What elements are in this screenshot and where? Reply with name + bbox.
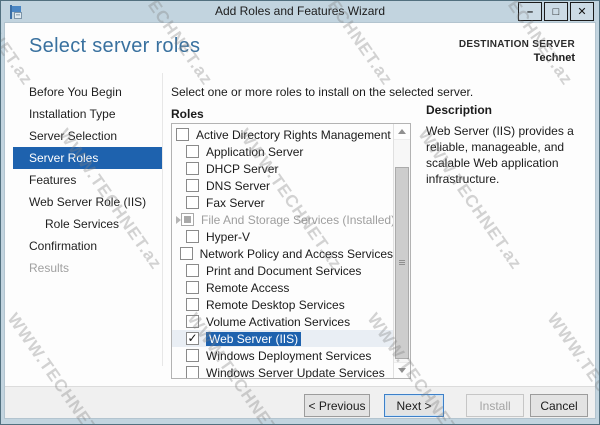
- role-row-hyper-v[interactable]: Hyper-V: [172, 228, 393, 245]
- previous-button[interactable]: < Previous: [304, 394, 370, 417]
- role-label: Remote Desktop Services: [206, 297, 345, 312]
- checkbox-unchecked-icon[interactable]: [186, 162, 199, 175]
- checkbox-unchecked-icon[interactable]: [186, 366, 199, 378]
- destination-server-label: DESTINATION SERVER: [458, 39, 575, 50]
- role-row-adrms[interactable]: Active Directory Rights Management Servi…: [172, 126, 410, 143]
- role-label: Volume Activation Services: [206, 314, 351, 329]
- role-label: Active Directory Rights Management Servi…: [196, 127, 410, 142]
- description-text: Web Server (IIS) provides a reliable, ma…: [426, 124, 574, 186]
- role-row-fax-server[interactable]: Fax Server: [172, 194, 393, 211]
- wizard-steps-sidebar: Before You Begin Installation Type Serve…: [13, 81, 162, 279]
- checkbox-unchecked-icon[interactable]: [186, 230, 199, 243]
- role-label: DNS Server: [206, 178, 271, 193]
- role-label: Windows Server Update Services: [206, 365, 385, 379]
- checkbox-unchecked-icon[interactable]: [186, 179, 199, 192]
- minimize-icon[interactable]: –: [518, 2, 542, 21]
- role-row-npas[interactable]: Network Policy and Access Services: [172, 245, 393, 262]
- checkbox-unchecked-icon[interactable]: [176, 128, 189, 141]
- window-controls: – □ ✕: [516, 2, 594, 21]
- role-row-application-server[interactable]: Application Server: [172, 143, 393, 160]
- checkbox-unchecked-icon[interactable]: [179, 247, 193, 260]
- role-label: Remote Access: [206, 280, 290, 295]
- maximize-icon[interactable]: □: [544, 2, 568, 21]
- roles-listbox: Active Directory Rights Management Servi…: [171, 123, 411, 379]
- titlebar: Add Roles and Features Wizard – □ ✕: [1, 1, 599, 22]
- role-label: DHCP Server: [206, 161, 279, 176]
- checkbox-unchecked-icon[interactable]: [186, 349, 199, 362]
- window-title: Add Roles and Features Wizard: [214, 4, 386, 18]
- role-row-dhcp-server[interactable]: DHCP Server: [172, 160, 393, 177]
- role-row-print-document[interactable]: Print and Document Services: [172, 262, 393, 279]
- scroll-down-icon[interactable]: [394, 362, 410, 378]
- destination-server-block: DESTINATION SERVER Technet: [459, 39, 575, 64]
- intro-text: Select one or more roles to install on t…: [171, 85, 474, 99]
- role-row-remote-desktop[interactable]: Remote Desktop Services: [172, 296, 393, 313]
- sidebar-item-server-roles[interactable]: Server Roles: [13, 147, 162, 169]
- scrollbar-thumb[interactable]: [395, 167, 409, 359]
- scroll-up-icon[interactable]: [394, 124, 410, 140]
- sidebar-item-server-selection[interactable]: Server Selection: [13, 125, 162, 147]
- role-label: Web Server (IIS): [206, 331, 302, 346]
- roles-rows: Active Directory Rights Management Servi…: [172, 126, 410, 379]
- next-button[interactable]: Next >: [384, 394, 444, 417]
- role-label: Print and Document Services: [206, 263, 362, 278]
- checkbox-unchecked-icon[interactable]: [186, 281, 199, 294]
- cancel-button[interactable]: Cancel: [530, 394, 588, 417]
- role-row-windows-deployment[interactable]: Windows Deployment Services: [172, 347, 393, 364]
- checkbox-unchecked-icon[interactable]: [186, 264, 199, 277]
- role-row-web-server-iis[interactable]: Web Server (IIS): [172, 330, 393, 347]
- footer-bar: < Previous Next > Install Cancel: [5, 386, 595, 418]
- checkbox-checked-icon[interactable]: [186, 331, 199, 345]
- page-title: Select server roles: [29, 35, 201, 57]
- sidebar-item-results: Results: [29, 261, 70, 275]
- sidebar-item-installation-type[interactable]: Installation Type: [13, 103, 162, 125]
- roles-scrollbar[interactable]: [393, 124, 410, 378]
- role-label: Fax Server: [206, 195, 265, 210]
- role-label: Application Server: [206, 144, 304, 159]
- wizard-window: Add Roles and Features Wizard – □ ✕ Sele…: [0, 0, 600, 425]
- role-label: File And Storage Services (Installed): [201, 212, 396, 227]
- sidebar-divider: [162, 73, 163, 366]
- role-label: Windows Deployment Services: [206, 348, 372, 363]
- role-row-wsus[interactable]: Windows Server Update Services: [172, 364, 393, 379]
- description-title: Description: [426, 103, 493, 117]
- checkbox-unchecked-icon[interactable]: [186, 298, 199, 311]
- sidebar-item-features[interactable]: Features: [13, 169, 162, 191]
- checkbox-unchecked-icon[interactable]: [186, 315, 199, 328]
- role-label: Network Policy and Access Services: [199, 246, 393, 261]
- sidebar-item-role-services[interactable]: Role Services: [13, 213, 162, 235]
- role-row-file-and-storage-services[interactable]: File And Storage Services (Installed): [172, 211, 396, 228]
- checkbox-partial-icon: [181, 213, 194, 226]
- sidebar-item-web-server-role[interactable]: Web Server Role (IIS): [13, 191, 162, 213]
- role-label: Hyper-V: [206, 229, 251, 244]
- roles-list-label: Roles: [171, 107, 204, 121]
- sidebar-item-before-you-begin[interactable]: Before You Begin: [13, 81, 162, 103]
- role-row-dns-server[interactable]: DNS Server: [172, 177, 393, 194]
- close-icon[interactable]: ✕: [570, 2, 594, 21]
- checkbox-unchecked-icon[interactable]: [186, 145, 199, 158]
- destination-server-value: Technet: [533, 52, 575, 64]
- install-button: Install: [466, 394, 524, 417]
- sidebar-item-confirmation[interactable]: Confirmation: [13, 235, 162, 257]
- checkbox-unchecked-icon[interactable]: [186, 196, 199, 209]
- role-row-remote-access[interactable]: Remote Access: [172, 279, 393, 296]
- role-row-volume-activation[interactable]: Volume Activation Services: [172, 313, 393, 330]
